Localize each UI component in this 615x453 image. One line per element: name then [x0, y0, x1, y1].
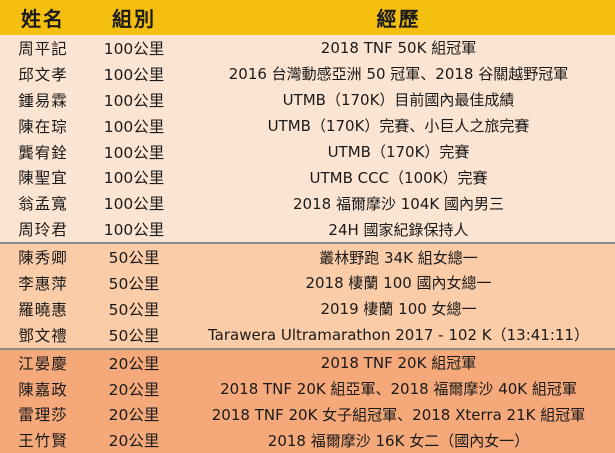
athlete-roster-table: 姓名 組別 經歷 周平記 100公里 2018 TNF 50K 組冠軍 邱文孝 100公…: [0, 0, 615, 453]
table-row: 李惠萍 50公里 2018 棲蘭 100 國內女總一: [0, 270, 615, 296]
distance-group-cell: 100公里: [86, 164, 182, 191]
distance-group-cell: 50公里: [86, 321, 182, 349]
distance-group-cell: 100公里: [86, 60, 182, 87]
achievement-cell: 2018 TNF 20K 組亞軍、2018 福爾摩沙 40K 組冠軍: [182, 375, 615, 402]
header-name: 姓名: [0, 0, 86, 35]
athlete-name-cell: 周玲君: [0, 216, 86, 244]
athlete-name-cell: 李惠萍: [0, 270, 86, 296]
achievement-cell: UTMB（170K）目前國內最佳成績: [182, 86, 615, 113]
header-row: 姓名 組別 經歷: [0, 0, 615, 35]
table-row: 雷理莎 20公里 2018 TNF 20K 女子組冠軍、2018 Xterra 21…: [0, 401, 615, 428]
distance-group-cell: 50公里: [86, 242, 182, 271]
athlete-name-cell: 江晏慶: [0, 347, 86, 376]
table-row: 翁孟寬 100公里 2018 福爾摩沙 104K 國內男三: [0, 190, 615, 217]
athlete-name-cell: 周平記: [0, 35, 86, 61]
distance-group-cell: 20公里: [86, 401, 182, 428]
table-row: 陳聖宜 100公里 UTMB CCC（100K）完賽: [0, 164, 615, 191]
table-row: 龔宥銓 100公里 UTMB（170K）完賽: [0, 138, 615, 165]
athlete-name-cell: 鄧文禮: [0, 321, 86, 349]
table-row: 陳在琮 100公里 UTMB（170K）完賽、小巨人之旅完賽: [0, 112, 615, 139]
table-row: 鄧文禮 50公里 Tarawera Ultramarathon 2017 - 102…: [0, 321, 615, 349]
distance-group-cell: 100公里: [86, 216, 182, 244]
table-row: 陳嘉政 20公里 2018 TNF 20K 組亞軍、2018 福爾摩沙 40K 組冠…: [0, 375, 615, 402]
header-group: 組別: [86, 0, 182, 35]
achievement-cell: 2018 TNF 20K 女子組冠軍、2018 Xterra 21K 組冠軍: [182, 401, 615, 428]
achievement-cell: 2018 TNF 50K 組冠軍: [182, 35, 615, 61]
table-row: 邱文孝 100公里 2016 台灣動感亞洲 50 冠軍、2018 谷關越野冠軍: [0, 60, 615, 87]
distance-group-cell: 20公里: [86, 427, 182, 453]
table-row: 羅曉惠 50公里 2019 棲蘭 100 女總一: [0, 295, 615, 322]
achievement-cell: UTMB CCC（100K）完賽: [182, 164, 615, 191]
achievement-cell: 2018 TNF 20K 組冠軍: [182, 347, 615, 376]
table-header: 姓名 組別 經歷: [0, 0, 615, 35]
athlete-name-cell: 王竹賢: [0, 427, 86, 453]
achievement-cell: UTMB（170K）完賽、小巨人之旅完賽: [182, 112, 615, 139]
distance-group-cell: 50公里: [86, 295, 182, 322]
athlete-name-cell: 陳秀卿: [0, 242, 86, 271]
achievement-cell: 叢林野跑 34K 組女總一: [182, 242, 615, 271]
distance-group-cell: 100公里: [86, 138, 182, 165]
achievement-cell: 2018 福爾摩沙 104K 國內男三: [182, 190, 615, 217]
athlete-name-cell: 翁孟寬: [0, 190, 86, 217]
achievement-cell: 24H 國家紀錄保持人: [182, 216, 615, 244]
distance-group-cell: 100公里: [86, 86, 182, 113]
distance-group-cell: 20公里: [86, 375, 182, 402]
athlete-name-cell: 羅曉惠: [0, 295, 86, 322]
achievement-cell: 2018 福爾摩沙 16K 女二（國內女一）: [182, 427, 615, 453]
distance-group-cell: 20公里: [86, 347, 182, 376]
athlete-name-cell: 龔宥銓: [0, 138, 86, 165]
athlete-name-cell: 雷理莎: [0, 401, 86, 428]
table-row: 鍾易霖 100公里 UTMB（170K）目前國內最佳成績: [0, 86, 615, 113]
athlete-name-cell: 鍾易霖: [0, 86, 86, 113]
table-row: 陳秀卿 50公里 叢林野跑 34K 組女總一: [0, 242, 615, 271]
achievement-cell: Tarawera Ultramarathon 2017 - 102 K（13:4…: [182, 321, 615, 349]
achievement-cell: 2019 棲蘭 100 女總一: [182, 295, 615, 322]
table-row: 周玲君 100公里 24H 國家紀錄保持人: [0, 216, 615, 244]
table-body: 周平記 100公里 2018 TNF 50K 組冠軍 邱文孝 100公里 2016 台灣動…: [0, 35, 615, 453]
table-row: 江晏慶 20公里 2018 TNF 20K 組冠軍: [0, 347, 615, 376]
distance-group-cell: 100公里: [86, 112, 182, 139]
table-row: 周平記 100公里 2018 TNF 50K 組冠軍: [0, 35, 615, 61]
header-record: 經歷: [182, 0, 615, 35]
achievement-cell: 2018 棲蘭 100 國內女總一: [182, 270, 615, 296]
achievement-cell: 2016 台灣動感亞洲 50 冠軍、2018 谷關越野冠軍: [182, 60, 615, 87]
athlete-name-cell: 陳嘉政: [0, 375, 86, 402]
distance-group-cell: 100公里: [86, 190, 182, 217]
athlete-name-cell: 邱文孝: [0, 60, 86, 87]
athlete-name-cell: 陳聖宜: [0, 164, 86, 191]
achievement-cell: UTMB（170K）完賽: [182, 138, 615, 165]
athlete-name-cell: 陳在琮: [0, 112, 86, 139]
distance-group-cell: 100公里: [86, 35, 182, 61]
table-row: 王竹賢 20公里 2018 福爾摩沙 16K 女二（國內女一）: [0, 427, 615, 453]
distance-group-cell: 50公里: [86, 270, 182, 296]
